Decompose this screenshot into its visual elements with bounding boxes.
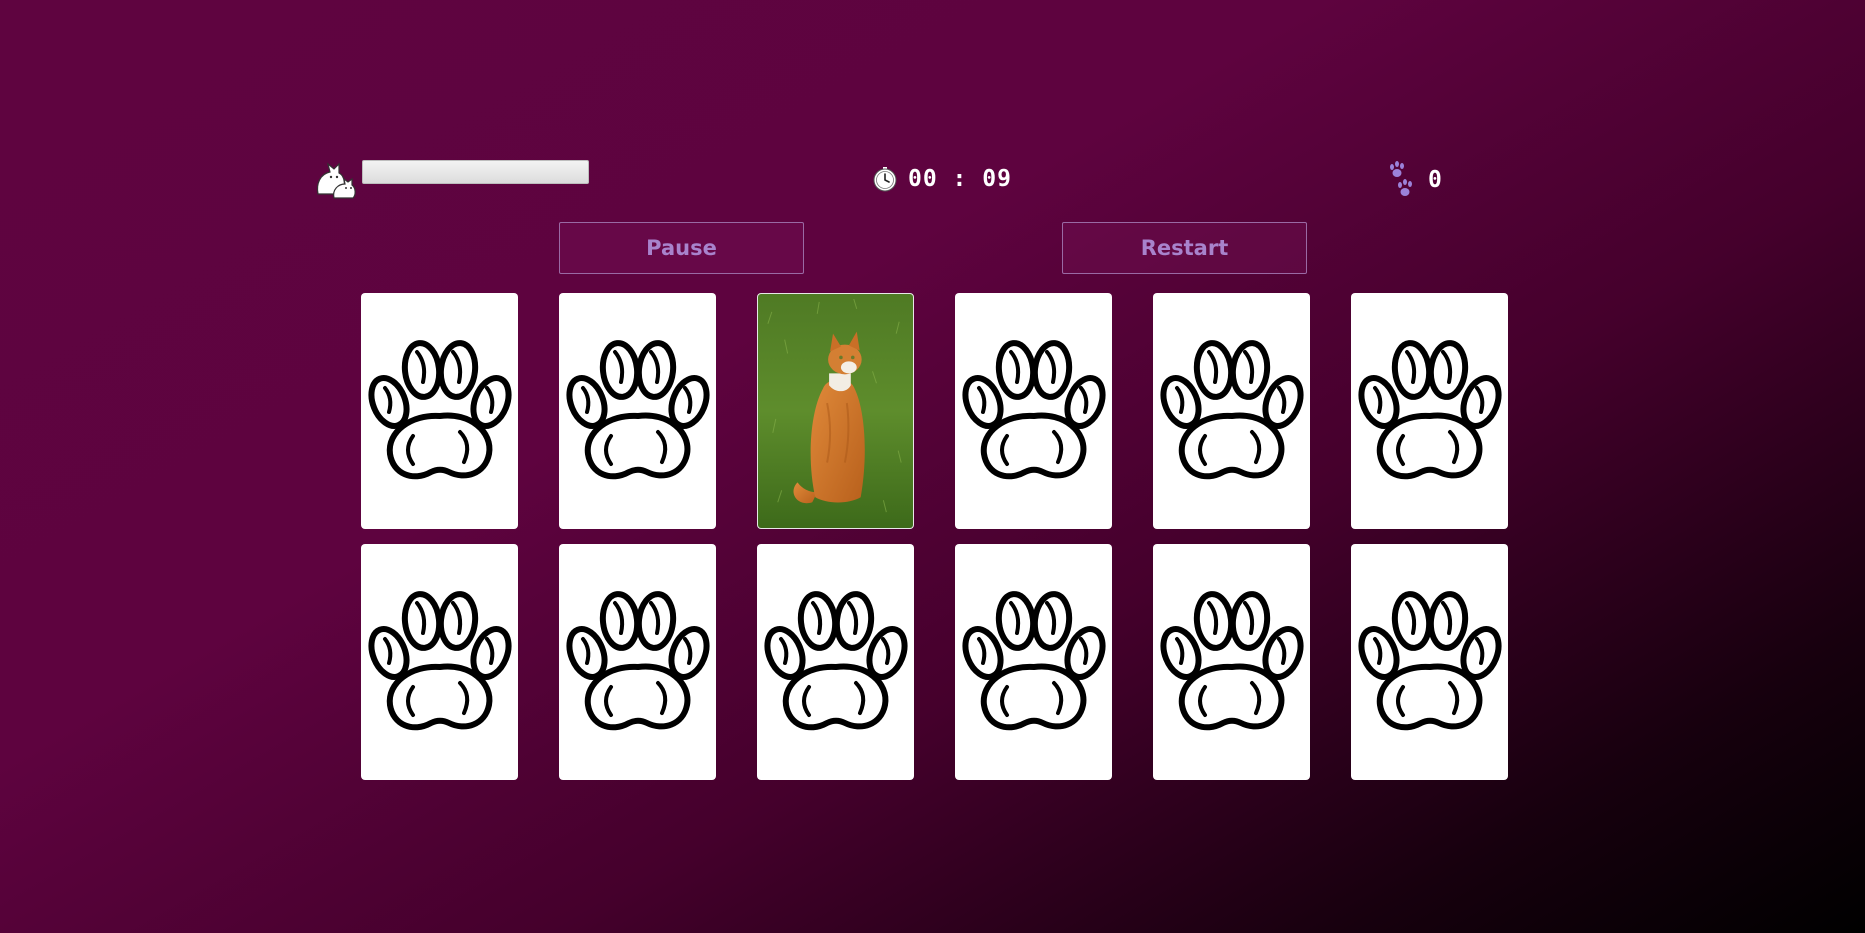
card[interactable]	[1351, 544, 1508, 780]
card[interactable]	[361, 293, 518, 529]
pause-button[interactable]: Pause	[559, 222, 804, 274]
paw-print-icon	[365, 587, 515, 737]
paw-print-icon	[1355, 336, 1505, 486]
game-header: 00 : 09 0	[0, 150, 1865, 200]
card-board	[361, 293, 1508, 780]
restart-button[interactable]: Restart	[1062, 222, 1307, 274]
card[interactable]	[559, 544, 716, 780]
stopwatch-icon	[872, 166, 898, 192]
paw-print-icon	[365, 336, 515, 486]
paw-print-icon	[563, 587, 713, 737]
player-name-input[interactable]	[362, 160, 589, 184]
orange-cat-photo	[758, 294, 913, 528]
paw-print-icon	[1355, 587, 1505, 737]
moves-count: 0	[1428, 167, 1442, 193]
paw-print-icon	[563, 336, 713, 486]
paw-print-icon	[959, 336, 1109, 486]
timer: 00 : 09	[872, 164, 1012, 194]
card-flipped[interactable]	[757, 293, 914, 529]
card[interactable]	[955, 544, 1112, 780]
paw-print-icon	[761, 587, 911, 737]
card[interactable]	[955, 293, 1112, 529]
paw-print-icon	[959, 587, 1109, 737]
card[interactable]	[559, 293, 716, 529]
card[interactable]	[1351, 293, 1508, 529]
move-counter: 0	[1386, 160, 1442, 200]
paw-prints-icon	[1386, 161, 1418, 199]
card[interactable]	[1153, 293, 1310, 529]
card[interactable]	[1153, 544, 1310, 780]
paw-print-icon	[1157, 336, 1307, 486]
cat-and-kitten-icon	[312, 154, 358, 200]
paw-print-icon	[1157, 587, 1307, 737]
card[interactable]	[361, 544, 518, 780]
card[interactable]	[757, 544, 914, 780]
timer-value: 00 : 09	[908, 166, 1012, 192]
